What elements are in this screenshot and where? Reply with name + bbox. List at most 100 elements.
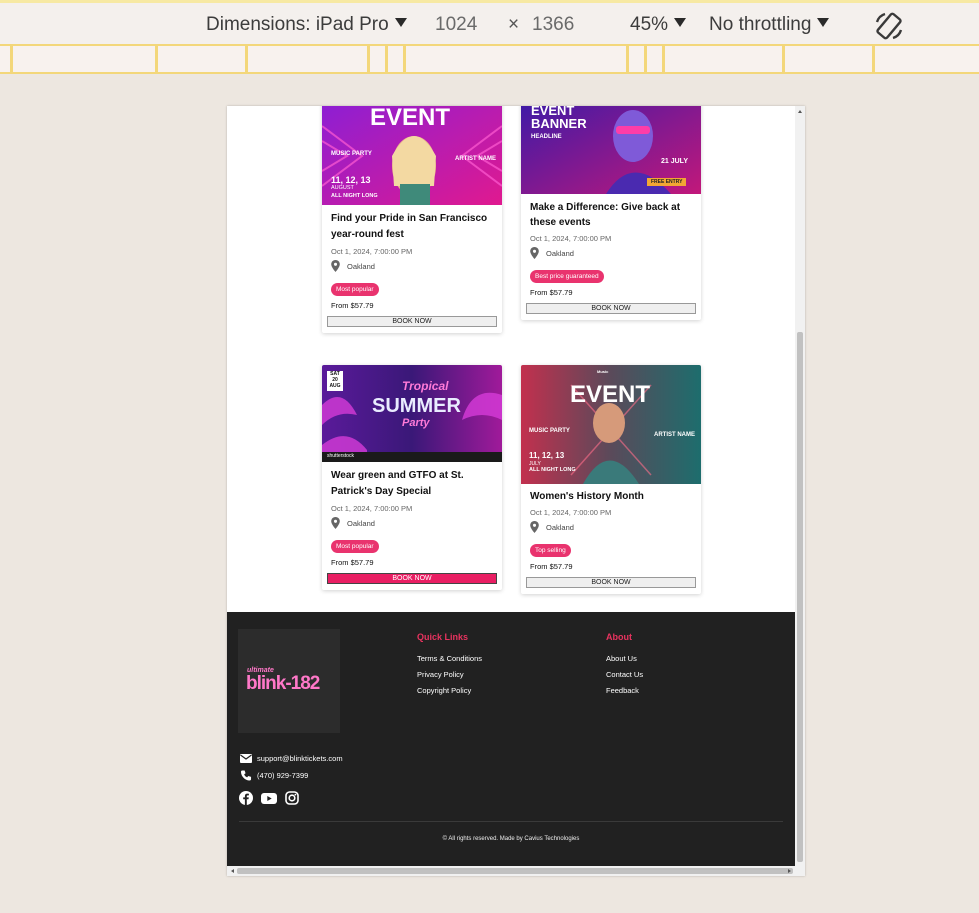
contact-email[interactable]: support@blinktickets.com [240,754,343,763]
event-title[interactable]: Women's History Month [530,490,696,504]
event-date: Oct 1, 2024, 7:00:00 PM [530,508,612,517]
banner-top: Music [597,369,609,374]
phone-icon [240,770,252,781]
location-pin-icon [530,521,539,533]
event-date: Oct 1, 2024, 7:00:00 PM [530,234,612,243]
event-card[interactable]: EVENT MUSIC PARTY ARTIST NAME 11, 12, 13… [322,106,502,333]
banner-artist: ARTIST NAME [455,156,496,162]
device-viewport[interactable]: EVENT MUSIC PARTY ARTIST NAME 11, 12, 13… [227,106,805,876]
footer-link-contact[interactable]: Contact Us [606,670,643,679]
footer-link-about[interactable]: About Us [606,654,643,663]
about-heading: About [606,632,632,642]
media-query-ruler[interactable] [0,44,979,74]
zoom-label: 45% [630,14,669,35]
book-now-button[interactable]: BOOK NOW [526,577,696,588]
banner-sub: MUSIC PARTY [331,151,372,157]
location-pin-icon [331,517,340,529]
throttling-label: No throttling [709,14,812,35]
banner-headline: EVENT [370,106,451,131]
event-title[interactable]: Wear green and GTFO at St. Patrick's Day… [331,468,497,500]
event-banner[interactable]: Music EVENT MUSIC PARTY ARTIST NAME 11, … [521,365,701,484]
event-price: From $57.79 [530,562,573,571]
devtools-toolbar: Dimensions: iPad Pro 1024 × 1366 45% No … [0,0,979,44]
event-price: From $57.79 [331,558,374,567]
book-now-button[interactable]: BOOK NOW [327,316,497,327]
banner-dates: 11, 12, 13 [331,175,371,185]
event-location: Oakland [530,247,696,259]
footer-link-copyright[interactable]: Copyright Policy [417,686,482,695]
phone-label: (470) 929-7399 [257,771,309,780]
book-now-button[interactable]: BOOK NOW [327,573,497,584]
vertical-scrollbar[interactable] [795,106,805,866]
banner-sub: Tropical [402,379,449,393]
scrollbar-thumb[interactable] [237,868,793,874]
zoom-dropdown[interactable]: 45% [630,14,687,36]
height-input[interactable]: 1366 [532,14,574,36]
dimensions-label: Dimensions: iPad Pro [206,14,389,35]
facebook-icon[interactable] [239,791,253,805]
horizontal-scrollbar[interactable] [227,866,805,876]
event-banner[interactable]: EVENT BANNER HEADLINE 21 JULY FREE ENTRY [521,106,701,194]
event-price: From $57.79 [530,288,573,297]
times-icon: × [508,14,520,35]
event-card[interactable]: SAT 20 AUG Tropical SUMMER Party shutter… [322,365,502,590]
event-location: Oakland [331,517,497,529]
quick-links-heading: Quick Links [417,632,469,642]
chevron-down-icon [394,18,407,27]
banner-tag: ALL NIGHT LONG [529,467,576,473]
status-badge: Top selling [530,544,571,557]
footer-link-terms[interactable]: Terms & Conditions [417,654,482,663]
banner-party: Party [402,417,430,429]
event-title[interactable]: Make a Difference: Give back at these ev… [530,200,696,230]
copyright-text: © All rights reserved. Made by Cavius Te… [442,836,580,842]
site-footer: ultimate blink-182 Quick Links Terms & C… [227,612,795,866]
contact-phone[interactable]: (470) 929-7399 [240,770,308,781]
event-location: Oakland [530,521,696,533]
banner-sub: HEADLINE [531,134,562,140]
throttling-dropdown[interactable]: No throttling [709,14,830,36]
status-badge: Most popular [331,283,379,296]
site-logo[interactable]: ultimate blink-182 [238,629,340,733]
location-pin-icon [331,260,340,272]
dimensions-dropdown[interactable]: Dimensions: iPad Pro [206,14,407,36]
banner-headline: EVENT BANNER [531,106,587,131]
book-now-button[interactable]: BOOK NOW [526,303,696,314]
instagram-icon[interactable] [285,791,299,805]
banner-sub: MUSIC PARTY [529,428,570,434]
location-label: Oakland [347,261,375,271]
status-badge: Best price guaranteed [530,270,604,283]
location-label: Oakland [347,518,375,528]
width-input[interactable]: 1024 [435,14,477,36]
chevron-down-icon [817,18,830,27]
banner-tag: ALL NIGHT LONG [331,193,378,199]
footer-link-privacy[interactable]: Privacy Policy [417,670,482,679]
event-title[interactable]: Find your Pride in San Francisco year-ro… [331,211,497,243]
event-card[interactable]: EVENT BANNER HEADLINE 21 JULY FREE ENTRY… [521,106,701,320]
banner-headline: SUMMER [372,395,461,417]
social-links [239,791,299,805]
event-banner[interactable]: SAT 20 AUG Tropical SUMMER Party shutter… [322,365,502,462]
banner-dates: SAT 20 AUG [327,371,343,391]
youtube-icon[interactable] [261,791,277,805]
event-card[interactable]: Music EVENT MUSIC PARTY ARTIST NAME 11, … [521,365,701,594]
rotate-device-icon[interactable] [873,10,905,42]
banner-headline: EVENT [570,381,651,408]
quick-links-column: Quick Links Terms & Conditions Privacy P… [417,632,482,702]
banner-artist: ARTIST NAME [654,432,695,438]
scrollbar-thumb[interactable] [797,332,803,862]
about-column: About About Us Contact Us Feedback [606,632,643,702]
scroll-up-icon[interactable] [798,110,802,113]
event-banner[interactable]: EVENT MUSIC PARTY ARTIST NAME 11, 12, 13… [322,106,502,205]
footer-link-feedback[interactable]: Feedback [606,686,643,695]
banner-month: AUGUST [331,185,354,191]
scroll-left-icon[interactable] [231,869,234,873]
event-price: From $57.79 [331,301,374,310]
banner-dates: 21 JULY [661,158,688,165]
status-badge: Most popular [331,540,379,553]
event-date: Oct 1, 2024, 7:00:00 PM [331,247,413,256]
chevron-down-icon [674,18,687,27]
mail-icon [240,754,252,763]
location-pin-icon [530,247,539,259]
location-label: Oakland [546,522,574,532]
scroll-right-icon[interactable] [788,869,791,873]
